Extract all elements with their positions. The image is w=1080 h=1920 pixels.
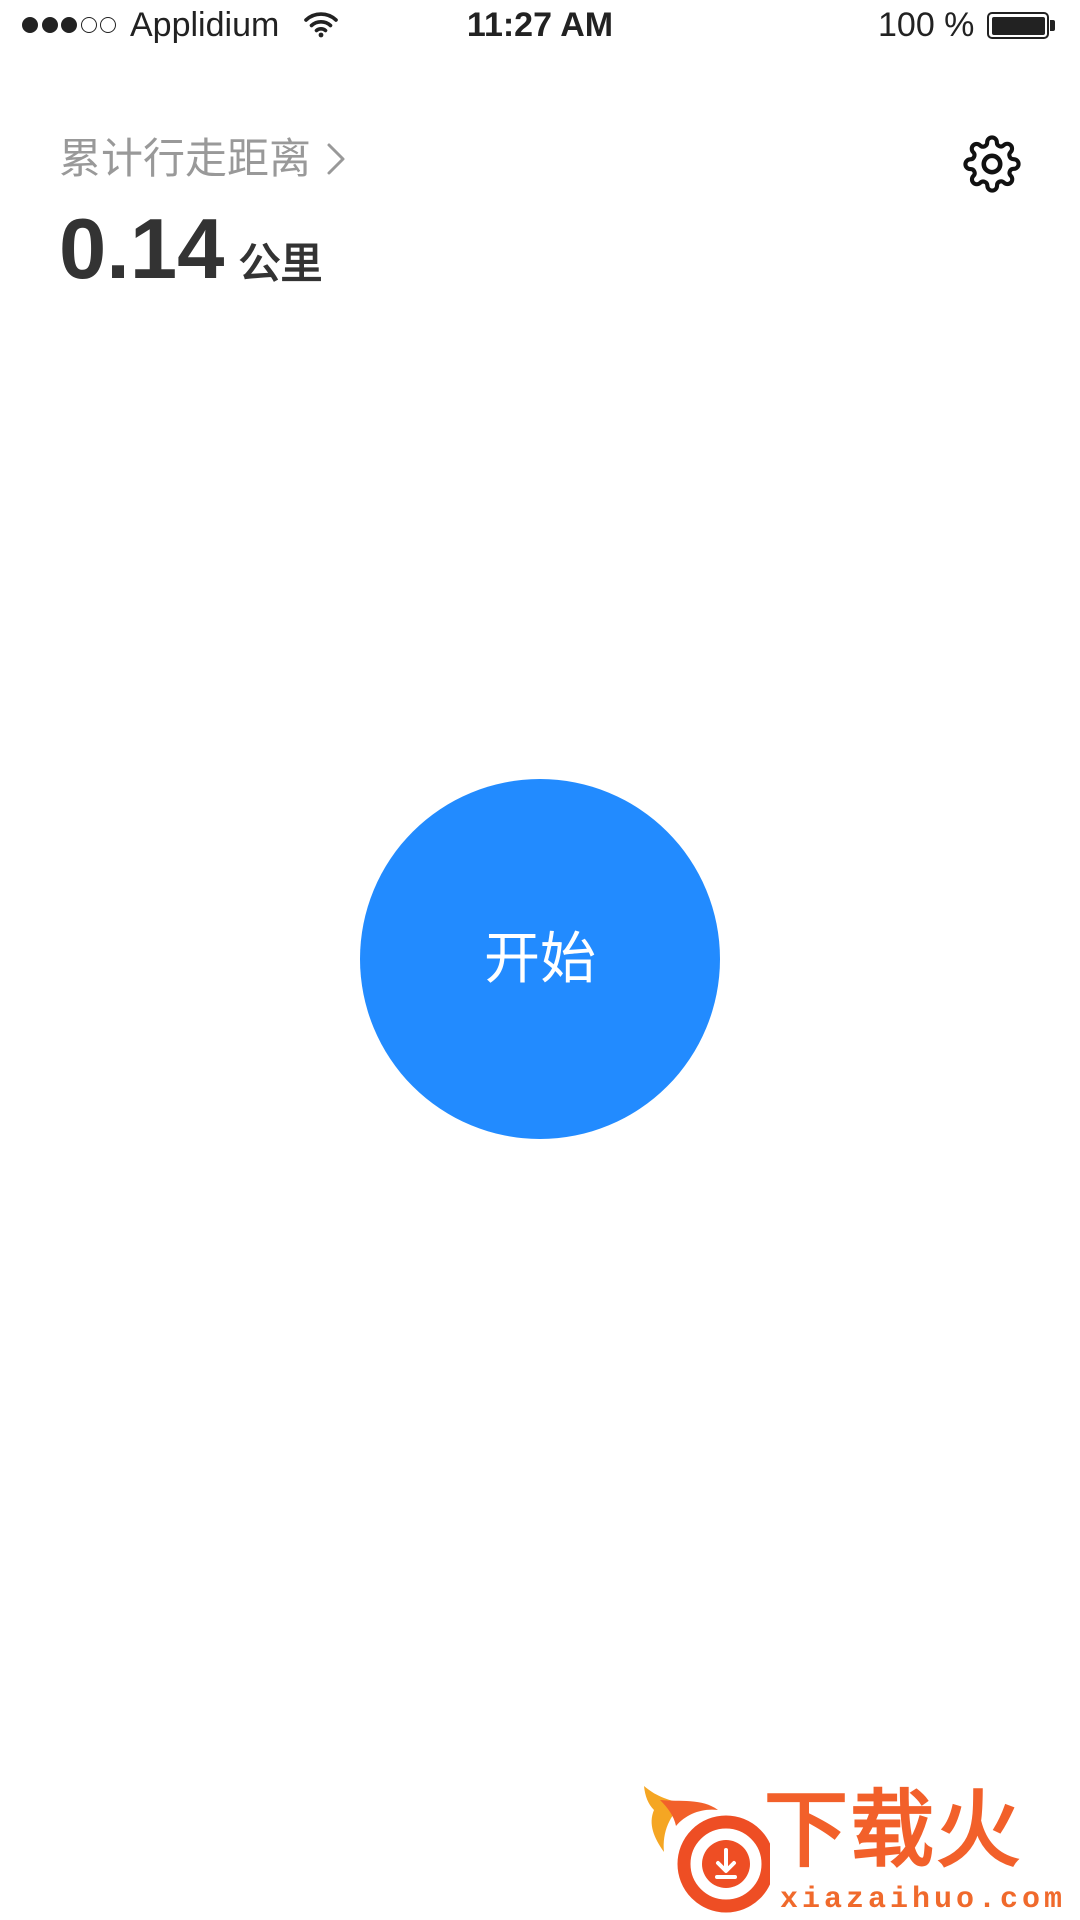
watermark: 下载火 xiazaihuo.com: [640, 1780, 1076, 1918]
status-bar: Applidium 11:27 AM 100 %: [0, 0, 1080, 52]
chevron-right-icon: [327, 143, 345, 175]
settings-button[interactable]: [963, 135, 1021, 193]
total-distance-value: 0.14: [59, 202, 225, 297]
total-distance-label: 累计行走距离: [59, 135, 312, 182]
battery-level-fill: [991, 16, 1045, 35]
gear-icon: [963, 135, 1021, 193]
total-distance-unit: 公里: [238, 240, 323, 287]
start-button-label: 开始: [484, 927, 596, 990]
watermark-brand: 下载火: [764, 1783, 1023, 1877]
total-distance: 0.14 公里: [59, 207, 322, 292]
total-distance-link[interactable]: 累计行走距离: [59, 135, 347, 183]
battery-icon: [987, 12, 1049, 39]
battery-terminal: [1050, 20, 1055, 31]
battery-percentage: 100 %: [878, 6, 975, 44]
watermark-domain: xiazaihuo.com: [780, 1883, 1067, 1917]
download-flame-logo: [644, 1786, 770, 1913]
start-button[interactable]: 开始: [360, 779, 720, 1139]
